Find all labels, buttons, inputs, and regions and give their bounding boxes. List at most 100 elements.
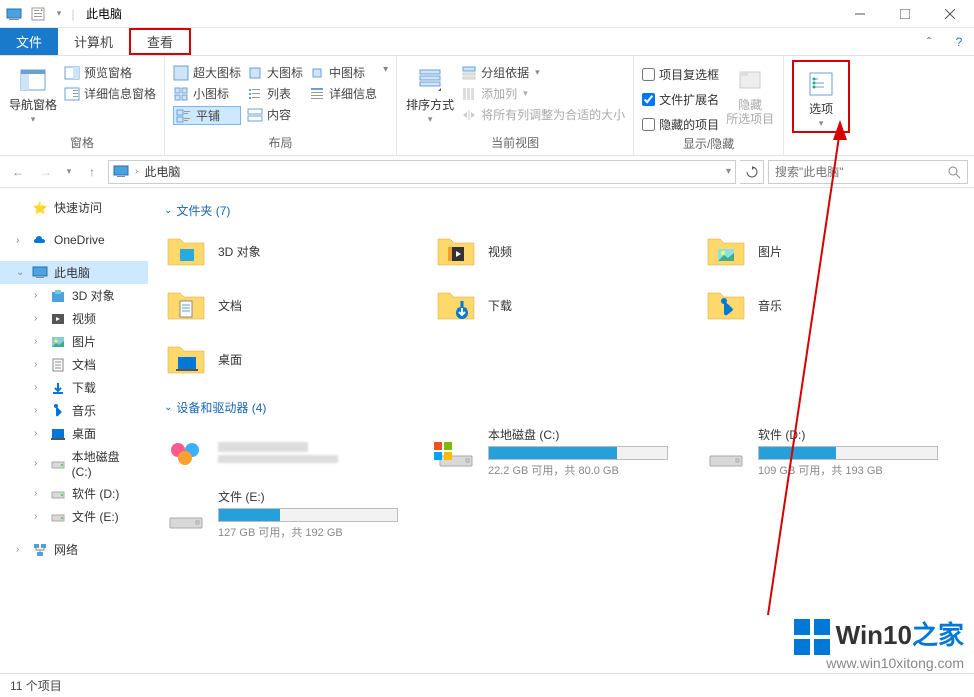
tab-computer[interactable]: 计算机: [58, 28, 129, 55]
layout-content[interactable]: 内容: [247, 106, 303, 123]
status-text: 11 个项目: [10, 677, 62, 694]
chevron-right-icon[interactable]: ›: [135, 166, 138, 177]
sidebar-item[interactable]: ›下载: [0, 376, 148, 399]
layout-large[interactable]: 大图标: [247, 64, 303, 81]
check-file-ext[interactable]: 文件扩展名: [642, 91, 719, 108]
drives-grid: 本地磁盘 (C:)22.2 GB 可用，共 80.0 GB 软件 (D:)109 …: [164, 426, 958, 540]
sidebar-onedrive[interactable]: ›OneDrive: [0, 229, 148, 251]
layout-small[interactable]: 小图标: [173, 85, 241, 102]
folder-icon: [434, 283, 478, 327]
up-button[interactable]: ↑: [80, 160, 104, 184]
refresh-button[interactable]: [740, 160, 764, 184]
qat-dropdown-icon[interactable]: ▾: [54, 6, 64, 22]
sidebar-quick-access[interactable]: ⭐快速访问: [0, 196, 148, 219]
qat-properties-icon[interactable]: [30, 6, 46, 22]
layout-details[interactable]: 详细信息: [309, 85, 377, 102]
sidebar-drive[interactable]: ›软件 (D:): [0, 482, 148, 505]
folder-item[interactable]: 图片: [704, 229, 944, 273]
status-bar: 11 个项目: [0, 673, 974, 697]
content-area: ⌄文件夹 (7) 3D 对象视频图片文档下载音乐桌面 ⌄设备和驱动器 (4) 本…: [148, 188, 974, 688]
drive-item[interactable]: [164, 426, 404, 478]
sidebar-network[interactable]: ›网络: [0, 538, 148, 561]
maximize-button[interactable]: [882, 0, 927, 28]
address-bar[interactable]: › 此电脑 ▾: [108, 160, 736, 184]
app-icon: [6, 6, 22, 22]
drive-item[interactable]: 软件 (D:)109 GB 可用，共 193 GB: [704, 426, 944, 478]
drive-icon: [50, 509, 66, 525]
sidebar-item[interactable]: ›文档: [0, 353, 148, 376]
check-item-checkboxes[interactable]: 项目复选框: [642, 66, 719, 83]
check-hidden-items[interactable]: 隐藏的项目: [642, 116, 719, 133]
layout-medium[interactable]: 中图标: [309, 64, 377, 81]
folder-icon: [50, 311, 66, 327]
minimize-button[interactable]: [837, 0, 882, 28]
close-button[interactable]: [927, 0, 972, 28]
help-button[interactable]: ?: [944, 28, 974, 55]
ribbon-collapse-button[interactable]: ˆ: [914, 28, 944, 55]
back-button[interactable]: ←: [6, 160, 30, 184]
drive-icon: [704, 430, 748, 474]
divider: |: [72, 6, 74, 22]
sidebar-drive[interactable]: ›本地磁盘 (C:): [0, 445, 148, 482]
folder-icon: [50, 288, 66, 304]
ribbon: 导航窗格 ▾ 预览窗格 详细信息窗格 窗格 超大图标 小图标 平铺 大图标 列表…: [0, 56, 974, 156]
folder-icon: [50, 380, 66, 396]
folder-icon: [50, 426, 66, 442]
folder-icon: [50, 403, 66, 419]
layout-more-icon[interactable]: ▾: [383, 64, 388, 75]
pc-icon: [113, 164, 129, 180]
pc-icon: [32, 265, 48, 281]
tab-view[interactable]: 查看: [129, 28, 191, 55]
sort-button[interactable]: 排序方式▾: [405, 60, 455, 125]
sidebar-item[interactable]: ›视频: [0, 307, 148, 330]
sidebar-item[interactable]: ›图片: [0, 330, 148, 353]
drives-section-header[interactable]: ⌄设备和驱动器 (4): [164, 399, 958, 416]
nav-pane-icon: [17, 64, 49, 96]
ribbon-group-layout: 超大图标 小图标 平铺 大图标 列表 内容 中图标 详细信息 ▾ 布局: [165, 56, 397, 155]
folder-item[interactable]: 下载: [434, 283, 674, 327]
sort-icon: [414, 64, 446, 96]
search-box[interactable]: [768, 160, 968, 184]
preview-pane-button[interactable]: 预览窗格: [64, 64, 156, 81]
drive-item[interactable]: 本地磁盘 (C:)22.2 GB 可用，共 80.0 GB: [434, 426, 674, 478]
ribbon-group-panes: 导航窗格 ▾ 预览窗格 详细信息窗格 窗格: [0, 56, 165, 155]
address-bar-row: ← → ▾ ↑ › 此电脑 ▾: [0, 156, 974, 188]
folder-item[interactable]: 音乐: [704, 283, 944, 327]
options-button[interactable]: 选项▾: [796, 64, 846, 129]
folders-section-header[interactable]: ⌄文件夹 (7): [164, 202, 958, 219]
tab-file[interactable]: 文件: [0, 28, 58, 55]
search-icon: [947, 165, 961, 179]
fit-columns-button[interactable]: 将所有列调整为合适的大小: [461, 106, 625, 123]
drive-icon: [434, 430, 478, 474]
address-dropdown-icon[interactable]: ▾: [726, 166, 731, 177]
recent-dropdown[interactable]: ▾: [62, 160, 76, 184]
layout-list[interactable]: 列表: [247, 85, 303, 102]
network-icon: [32, 542, 48, 558]
drive-item[interactable]: 文件 (E:)127 GB 可用，共 192 GB: [164, 488, 404, 540]
hide-selected-button[interactable]: 隐藏 所选项目: [725, 60, 775, 127]
address-text: 此电脑: [144, 163, 180, 180]
preview-pane-icon: [64, 65, 80, 81]
forward-button[interactable]: →: [34, 160, 58, 184]
layout-extralarge[interactable]: 超大图标: [173, 64, 241, 81]
sidebar-drive[interactable]: ›文件 (E:): [0, 505, 148, 528]
sidebar-this-pc[interactable]: ⌄此电脑: [0, 261, 148, 284]
search-input[interactable]: [775, 165, 943, 179]
folder-item[interactable]: 视频: [434, 229, 674, 273]
folder-icon: [704, 229, 748, 273]
folder-icon: [50, 357, 66, 373]
cloud-icon: [32, 232, 48, 248]
sidebar-item[interactable]: ›音乐: [0, 399, 148, 422]
details-pane-button[interactable]: 详细信息窗格: [64, 85, 156, 102]
folder-item[interactable]: 桌面: [164, 337, 404, 381]
group-by-button[interactable]: 分组依据▾: [461, 64, 625, 81]
nav-pane-button[interactable]: 导航窗格 ▾: [8, 60, 58, 125]
sidebar-item[interactable]: ›桌面: [0, 422, 148, 445]
sidebar-item[interactable]: ›3D 对象: [0, 284, 148, 307]
ribbon-group-showhide: 项目复选框 文件扩展名 隐藏的项目 隐藏 所选项目 显示/隐藏: [634, 56, 784, 155]
layout-tiles[interactable]: 平铺: [173, 106, 241, 125]
folder-item[interactable]: 文档: [164, 283, 404, 327]
add-columns-button[interactable]: 添加列▾: [461, 85, 625, 102]
folder-item[interactable]: 3D 对象: [164, 229, 404, 273]
folder-icon: [164, 229, 208, 273]
